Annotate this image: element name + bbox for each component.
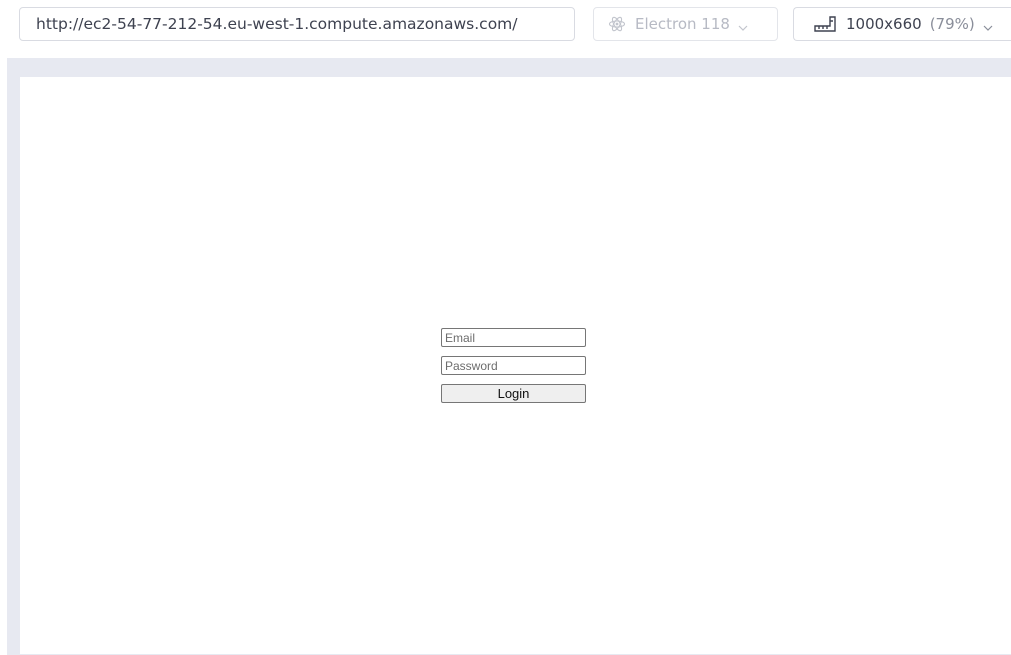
chevron-down-icon (738, 19, 748, 31)
email-input[interactable] (441, 328, 586, 347)
login-button[interactable]: Login (441, 384, 586, 403)
electron-atom-icon (608, 15, 626, 33)
viewport-select[interactable]: 1000x660 (79%) (793, 7, 1011, 41)
browser-select[interactable]: Electron 118 (593, 7, 778, 41)
viewport-size-label: 1000x660 (846, 15, 922, 33)
browser-select-label: Electron 118 (635, 15, 730, 33)
ruler-icon (814, 15, 836, 33)
aut-url-text: http://ec2-54-77-212-54.eu-west-1.comput… (36, 15, 518, 33)
password-input[interactable] (441, 356, 586, 375)
aut-url-field[interactable]: http://ec2-54-77-212-54.eu-west-1.comput… (19, 7, 575, 41)
test-runner-toolbar: http://ec2-54-77-212-54.eu-west-1.comput… (0, 0, 1011, 56)
login-form: Login (441, 328, 586, 403)
chevron-down-icon (983, 19, 993, 31)
viewport-scale-label: (79%) (929, 15, 975, 33)
